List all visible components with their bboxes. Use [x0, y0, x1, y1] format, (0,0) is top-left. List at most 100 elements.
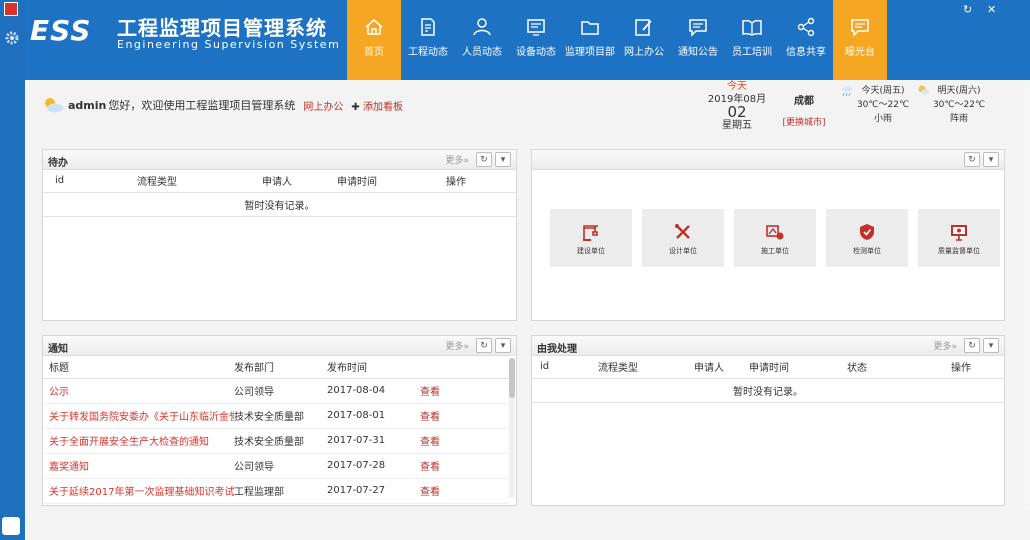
notice-date: 2017-08-01: [327, 403, 420, 429]
add-board-label: 添加看板: [362, 101, 403, 113]
add-board-button[interactable]: ✚ 添加看板: [351, 98, 403, 113]
left-strip: [0, 0, 25, 540]
monitor-icon: [527, 19, 545, 36]
chevron-down-icon[interactable]: ▾: [495, 152, 511, 167]
close-window-button[interactable]: ✕: [987, 3, 996, 16]
refresh-window-button[interactable]: ↻: [963, 3, 972, 16]
nav-item-exposure[interactable]: 曝光台: [833, 0, 887, 80]
greeting-bar: admin 您好，欢迎使用工程监理项目管理系统 网上办公 ✚ 添加看板: [42, 96, 403, 114]
city-widget: 成都 [更换城市]: [780, 92, 828, 128]
notice-title[interactable]: 关于转发国务院安委办《关于山东临沂金誉石化: [43, 403, 234, 429]
nav-item-project-news[interactable]: 工程动态: [401, 0, 455, 80]
nav-item-staff-news[interactable]: 人员动态: [455, 0, 509, 80]
weather-tomorrow-temp: 30℃～22℃: [932, 100, 986, 110]
refresh-icon[interactable]: ↻: [964, 338, 980, 353]
column-header: 操作: [446, 170, 516, 193]
nav-item-online-office[interactable]: 网上办公: [617, 0, 671, 80]
nav-label: 人员动态: [462, 47, 502, 58]
online-office-link[interactable]: 网上办公: [303, 98, 343, 113]
nav-label: 工程动态: [408, 47, 448, 58]
notice-dept: 公司领导: [234, 453, 327, 479]
chevron-down-icon[interactable]: ▾: [495, 338, 511, 353]
refresh-icon[interactable]: ↻: [476, 338, 492, 353]
sun-cloud-icon: [45, 98, 63, 113]
home-icon: [365, 19, 383, 35]
weather-tomorrow-desc: 阵雨: [949, 114, 968, 124]
notice-panel-tools: 更多» ↻ ▾: [445, 338, 511, 353]
brand-short: ESS: [30, 14, 92, 47]
unit-card-builder[interactable]: 建设单位: [550, 209, 632, 267]
chat-icon: [689, 19, 707, 37]
notice-title[interactable]: 嘉奖通知: [43, 453, 234, 479]
city-name: 成都: [794, 96, 814, 107]
view-link[interactable]: 查看: [420, 453, 509, 479]
brand: ESS 工程监理项目管理系统 Engineering Supervision S…: [25, 0, 347, 80]
my-tasks-more-link[interactable]: 更多»: [933, 339, 957, 352]
nav-item-equipment-news[interactable]: 设备动态: [509, 0, 563, 80]
nav-label: 监理项目部: [565, 47, 615, 58]
nav-label: 通知公告: [678, 47, 718, 58]
weather-tomorrow: 明天(周六) 30℃～22℃ 阵雨: [914, 84, 1004, 126]
units-panel-header: ↻ ▾: [532, 150, 1004, 170]
nav-label: 首页: [364, 47, 384, 58]
column-header: 申请人: [262, 170, 337, 193]
unit-card-quality-supervision[interactable]: 质量监督单位: [918, 209, 1000, 267]
gear-icon[interactable]: [4, 30, 20, 46]
notice-date: 2017-07-28: [327, 453, 420, 479]
todo-more-link[interactable]: 更多»: [445, 153, 469, 166]
column-header: 申请人: [694, 356, 749, 379]
page-scrollbar[interactable]: [1024, 80, 1030, 510]
construction-icon: [766, 225, 784, 240]
refresh-icon[interactable]: ↻: [476, 152, 492, 167]
welcome-text: 您好，欢迎使用工程监理项目管理系统: [108, 99, 296, 112]
share-icon: [797, 17, 815, 37]
sidebar-toggle-button[interactable]: [2, 517, 20, 535]
view-link[interactable]: 查看: [420, 428, 509, 454]
app-title: 工程监理项目管理系统: [117, 16, 327, 40]
chevron-down-icon[interactable]: ▾: [983, 152, 999, 167]
nav-item-supervision-dept[interactable]: 监理项目部: [563, 0, 617, 80]
nav-item-info-share[interactable]: 信息共享: [779, 0, 833, 80]
unit-card-designer[interactable]: 设计单位: [642, 209, 724, 267]
units-panel-tools: ↻ ▾: [961, 152, 999, 167]
view-link[interactable]: 查看: [420, 478, 509, 504]
notice-title[interactable]: 关于延续2017年第一次监理基础知识考试的通知: [43, 478, 234, 504]
view-link[interactable]: 查看: [420, 403, 509, 429]
nav-label: 员工培训: [732, 47, 772, 58]
book-icon: [742, 19, 762, 36]
nav-label: 网上办公: [624, 47, 664, 58]
user-name: admin: [68, 98, 107, 112]
column-header: 操作: [951, 356, 1004, 379]
date-today-label: 今天: [727, 81, 747, 92]
notice-title[interactable]: 公示: [43, 378, 234, 404]
tools-icon: [675, 224, 690, 239]
notice-scrollbar[interactable]: [509, 358, 515, 498]
column-header: 发布时间: [327, 356, 420, 379]
units-panel: ↻ ▾ 建设单位 设计单位 施工单位 检测单位 质量监督单位: [531, 149, 1005, 321]
monitor-icon: [951, 225, 967, 241]
scrollbar-thumb[interactable]: [509, 358, 515, 398]
plus-icon: ✚: [351, 101, 360, 113]
unit-card-contractor[interactable]: 施工单位: [734, 209, 816, 267]
column-header: 申请时间: [337, 170, 446, 193]
nav-item-notices[interactable]: 通知公告: [671, 0, 725, 80]
chevron-down-icon[interactable]: ▾: [983, 338, 999, 353]
nav-item-training[interactable]: 员工培训: [725, 0, 779, 80]
notice-dept: 技术安全质量部: [234, 403, 327, 429]
main-nav: 首页 工程动态 人员动态 设备动态 监理项目部 网上办公 通知公告 员工培训 信…: [347, 0, 887, 80]
change-city-link[interactable]: [更换城市]: [780, 115, 828, 128]
column-header: 流程类型: [137, 170, 262, 193]
unit-card-inspection[interactable]: 检测单位: [826, 209, 908, 267]
unit-label: 检测单位: [853, 247, 881, 255]
notice-more-link[interactable]: 更多»: [445, 339, 469, 352]
notice-dept: 公司领导: [234, 378, 327, 404]
my-tasks-table: id 流程类型 申请人 申请时间 状态 操作 暂时没有记录。: [532, 356, 1004, 403]
view-link[interactable]: 查看: [420, 378, 509, 404]
unit-label: 施工单位: [761, 247, 789, 255]
notice-dept: 工程监理部: [234, 478, 327, 504]
nav-item-home[interactable]: 首页: [347, 0, 401, 80]
document-edit-icon: [421, 18, 435, 36]
refresh-icon[interactable]: ↻: [964, 152, 980, 167]
notice-title[interactable]: 关于全面开展安全生产大检查的通知: [43, 428, 234, 454]
app-logo-icon: [4, 2, 18, 16]
